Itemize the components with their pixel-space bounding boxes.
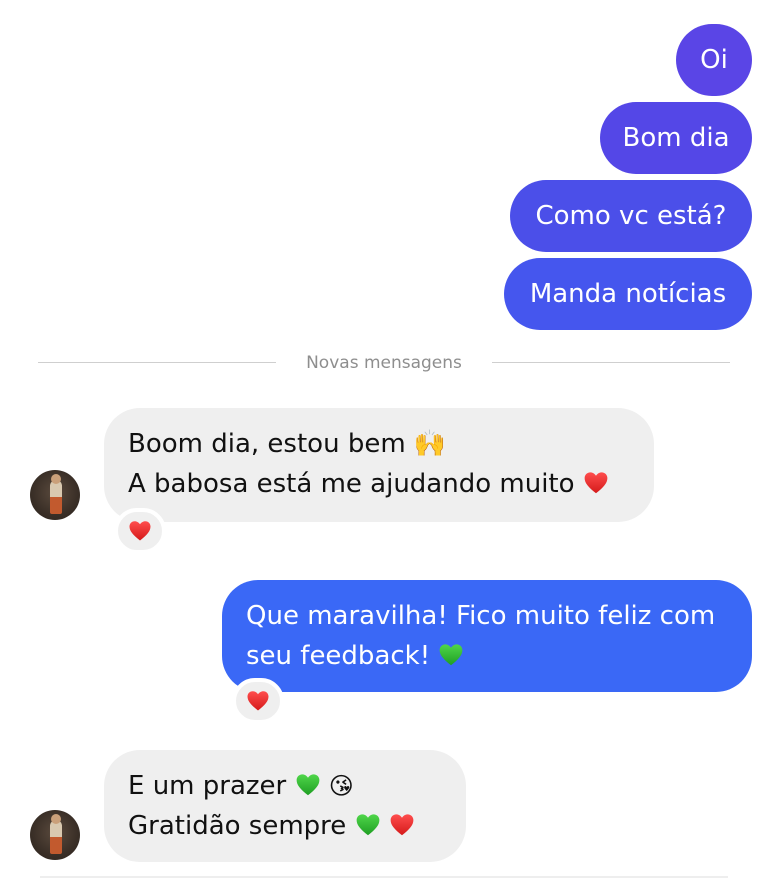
incoming-message[interactable]: Boom dia, estou bem 🙌 A babosa está me a… <box>104 408 654 522</box>
message-line: Boom dia, estou bem 🙌 <box>128 424 630 464</box>
divider-line-right <box>492 362 730 363</box>
avatar[interactable] <box>30 810 80 860</box>
message-text: Boom dia, estou bem <box>128 429 406 459</box>
message-line: A babosa está me ajudando muito <box>128 464 630 504</box>
message-text: E um prazer <box>128 771 287 801</box>
reaction-badge[interactable] <box>232 678 284 724</box>
red-heart-emoji <box>390 814 414 836</box>
outgoing-message-manda-noticias[interactable]: Manda notícias <box>504 258 752 330</box>
message-text: Manda notícias <box>529 279 727 309</box>
message-line: seu feedback! <box>246 636 728 676</box>
message-text: seu feedback! <box>246 641 431 671</box>
raising-hands-emoji: 🙌 <box>413 429 447 459</box>
message-text: Bom dia <box>622 123 730 153</box>
green-heart-emoji <box>356 814 379 836</box>
avatar[interactable] <box>30 470 80 520</box>
message-text: Oi <box>700 45 728 75</box>
red-heart-icon <box>129 521 151 541</box>
outgoing-message-oi[interactable]: Oi <box>676 24 752 96</box>
red-heart-icon <box>247 691 269 711</box>
message-text: A babosa está me ajudando muito <box>128 469 575 499</box>
composer-edge <box>40 876 728 878</box>
face-blowing-kiss-emoji: 😘 <box>328 772 354 800</box>
red-heart-emoji <box>584 472 608 494</box>
message-text: Como vc está? <box>535 201 727 231</box>
message-line: Gratidão sempre <box>128 806 442 846</box>
message-text: Que maravilha! Fico muito feliz com <box>246 601 716 631</box>
new-messages-divider: Novas mensagens <box>306 353 462 373</box>
outgoing-message[interactable]: Que maravilha! Fico muito feliz com seu … <box>222 580 752 692</box>
green-heart-emoji <box>296 774 319 796</box>
green-heart-emoji <box>440 644 463 666</box>
outgoing-message-bom-dia[interactable]: Bom dia <box>600 102 752 174</box>
reaction-badge[interactable] <box>114 508 166 554</box>
outgoing-message-como-vc-esta[interactable]: Como vc está? <box>510 180 752 252</box>
incoming-message[interactable]: E um prazer 😘 Gratidão sempre <box>104 750 466 862</box>
message-line: E um prazer 😘 <box>128 766 442 806</box>
message-text: Gratidão sempre <box>128 811 347 841</box>
